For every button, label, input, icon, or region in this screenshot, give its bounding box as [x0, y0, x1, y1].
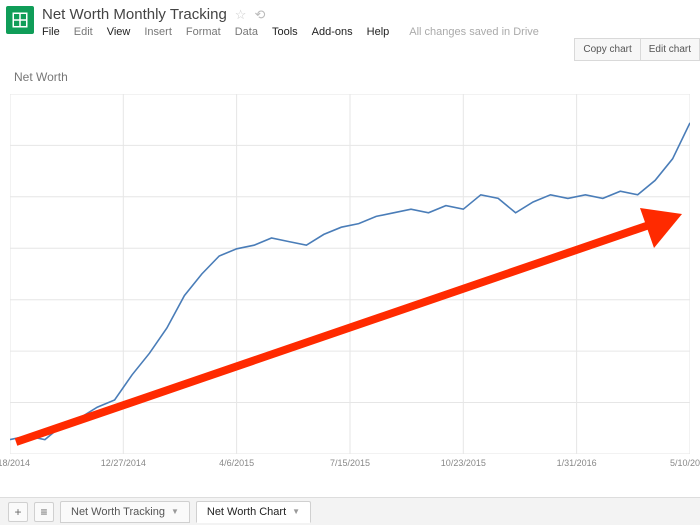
menu-data[interactable]: Data [235, 26, 258, 38]
x-tick-label: 4/6/2015 [219, 458, 254, 468]
sheet-tab-tracking[interactable]: Net Worth Tracking ▼ [60, 501, 190, 523]
edit-chart-button[interactable]: Edit chart [640, 38, 700, 61]
menu-bar: File Edit View Insert Format Data Tools … [42, 23, 692, 38]
x-tick-label: 9/18/2014 [0, 458, 30, 468]
all-sheets-button[interactable]: ≡ [34, 502, 54, 522]
star-icon[interactable]: ☆ [235, 7, 247, 23]
chevron-down-icon: ▼ [171, 507, 179, 516]
share-icon[interactable]: ⟲ [254, 7, 265, 23]
chart-plot [10, 94, 690, 454]
menu-addons[interactable]: Add-ons [312, 26, 353, 38]
x-tick-label: 10/23/2015 [441, 458, 486, 468]
menu-edit[interactable]: Edit [74, 26, 93, 38]
sheet-tab-label: Net Worth Tracking [71, 506, 165, 518]
menu-file[interactable]: File [42, 26, 60, 38]
save-status: All changes saved in Drive [409, 26, 539, 38]
sheet-tab-label: Net Worth Chart [207, 506, 286, 518]
copy-chart-button[interactable]: Copy chart [574, 38, 639, 61]
sheets-logo-icon [6, 6, 34, 34]
x-tick-label: 12/27/2014 [101, 458, 146, 468]
menu-format[interactable]: Format [186, 26, 221, 38]
chart-title: Net Worth [14, 70, 68, 84]
trend-arrow-icon [16, 208, 682, 442]
menu-view[interactable]: View [107, 26, 131, 38]
document-title[interactable]: Net Worth Monthly Tracking [42, 6, 227, 23]
chart-grid [10, 94, 690, 454]
chevron-down-icon: ▼ [292, 507, 300, 516]
menu-tools[interactable]: Tools [272, 26, 298, 38]
menu-insert[interactable]: Insert [144, 26, 172, 38]
x-tick-label: 7/15/2015 [330, 458, 370, 468]
x-tick-label: 5/10/2016 [670, 458, 700, 468]
x-tick-label: 1/31/2016 [557, 458, 597, 468]
menu-help[interactable]: Help [367, 26, 390, 38]
add-sheet-button[interactable]: + [8, 502, 28, 522]
chart-container: Net Worth [0, 66, 700, 486]
sheet-tab-chart[interactable]: Net Worth Chart ▼ [196, 501, 311, 523]
